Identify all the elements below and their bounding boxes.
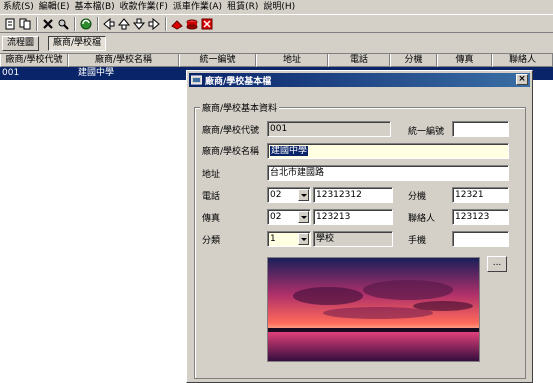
menu-lease[interactable]: 租賃(R) [225, 0, 261, 14]
last-record-icon[interactable] [147, 17, 161, 31]
chevron-down-icon[interactable] [298, 211, 309, 223]
column-header-ext[interactable]: 分機 [390, 54, 437, 67]
tab-flowchart[interactable]: 流程圖 [2, 36, 40, 51]
fax-field[interactable]: 123213 [313, 209, 393, 225]
prev-record-icon[interactable] [117, 17, 131, 31]
tab-vendor-school[interactable]: 廠商/學校檔 [48, 36, 107, 51]
column-header-tax-id[interactable]: 統一編號 [179, 54, 256, 67]
chevron-down-icon[interactable] [298, 233, 309, 245]
delete-icon[interactable] [41, 17, 55, 31]
mobile-label: 手機 [408, 236, 427, 246]
toolbar-separator [36, 16, 38, 31]
find-icon[interactable] [56, 17, 70, 31]
cancel-icon[interactable] [185, 17, 199, 31]
column-header-fax[interactable]: 傳真 [437, 54, 492, 67]
mobile-field[interactable] [452, 231, 509, 247]
name-label: 廠商/學校名稱 [202, 147, 260, 157]
menu-system[interactable]: 系統(S) [1, 0, 37, 14]
category-code-value: 1 [270, 234, 276, 244]
cell-code: 001 [2, 68, 20, 78]
name-field-value: 建國中學 [270, 146, 309, 156]
category-name-field: 學校 [313, 231, 393, 247]
contact-label: 聯絡人 [408, 214, 436, 224]
column-header-phone[interactable]: 電話 [328, 54, 390, 67]
first-record-icon[interactable] [102, 17, 116, 31]
phone-area-value: 02 [270, 190, 282, 200]
fax-area-select[interactable]: 02 [267, 209, 311, 225]
menu-master-files[interactable]: 基本檔(B) [72, 0, 117, 14]
new-icon[interactable] [3, 17, 17, 31]
contact-field[interactable]: 123123 [452, 209, 509, 225]
column-header-name[interactable]: 廠商/學校名稱 [68, 54, 179, 67]
dialog-titlebar[interactable]: 廠商/學校基本檔 × [189, 73, 530, 87]
window-icon [190, 75, 203, 85]
cell-name: 建國中學 [78, 68, 115, 78]
phone-label: 電話 [202, 192, 221, 202]
name-field[interactable]: 建國中學 [267, 143, 509, 159]
copy-icon[interactable] [18, 17, 32, 31]
column-header-code[interactable]: 廠商/學校代號 [0, 54, 68, 67]
close-button[interactable]: × [516, 74, 528, 85]
dialog-title: 廠商/學校基本檔 [205, 76, 272, 87]
menu-help[interactable]: 說明(H) [261, 0, 298, 14]
ext-field[interactable]: 12321 [452, 187, 509, 203]
column-header-contact[interactable]: 聯絡人 [492, 54, 553, 67]
code-label: 廠商/學校代號 [202, 126, 260, 136]
toolbar-separator [97, 16, 99, 31]
group-title: 廠商/學校基本資料 [200, 101, 280, 114]
next-record-icon[interactable] [132, 17, 146, 31]
phone-field[interactable]: 12312312 [313, 187, 393, 203]
toolbar-separator [165, 16, 167, 31]
toolbar [0, 14, 553, 33]
fax-label: 傳真 [202, 214, 221, 224]
menu-collections[interactable]: 收款作業(F) [118, 0, 171, 14]
tax-id-field[interactable] [452, 121, 509, 137]
ext-label: 分機 [408, 192, 427, 202]
tax-id-label: 統一編號 [408, 127, 445, 137]
browse-image-button[interactable]: ... [487, 256, 507, 272]
code-field[interactable]: 001 [267, 121, 391, 137]
exit-icon[interactable] [200, 17, 214, 31]
menu-bar: 系統(S) 編輯(E) 基本檔(B) 收款作業(F) 派車作業(A) 租賃(R)… [0, 0, 553, 14]
toolbar-separator [74, 16, 76, 31]
fax-area-value: 02 [270, 212, 282, 222]
menu-dispatch[interactable]: 派車作業(A) [171, 0, 225, 14]
phone-area-select[interactable]: 02 [267, 187, 311, 203]
chevron-down-icon[interactable] [298, 189, 309, 201]
refresh-icon[interactable] [79, 17, 93, 31]
vendor-school-dialog: 廠商/學校基本檔 × 廠商/學校基本資料 廠商/學校代號 001 統一編號 廠商… [186, 70, 533, 383]
address-label: 地址 [202, 170, 221, 180]
address-field[interactable]: 台北市建國路 [267, 165, 509, 181]
column-header-address[interactable]: 地址 [256, 54, 328, 67]
grid-header: 廠商/學校代號 廠商/學校名稱 統一編號 地址 電話 分機 傳真 聯絡人 [0, 54, 553, 67]
save-icon[interactable] [170, 17, 184, 31]
menu-edit[interactable]: 編輯(E) [37, 0, 73, 14]
tab-bar: 流程圖 廠商/學校檔 [0, 34, 553, 52]
logo-photo [267, 257, 480, 362]
category-select[interactable]: 1 [267, 231, 311, 247]
category-label: 分類 [202, 236, 221, 246]
